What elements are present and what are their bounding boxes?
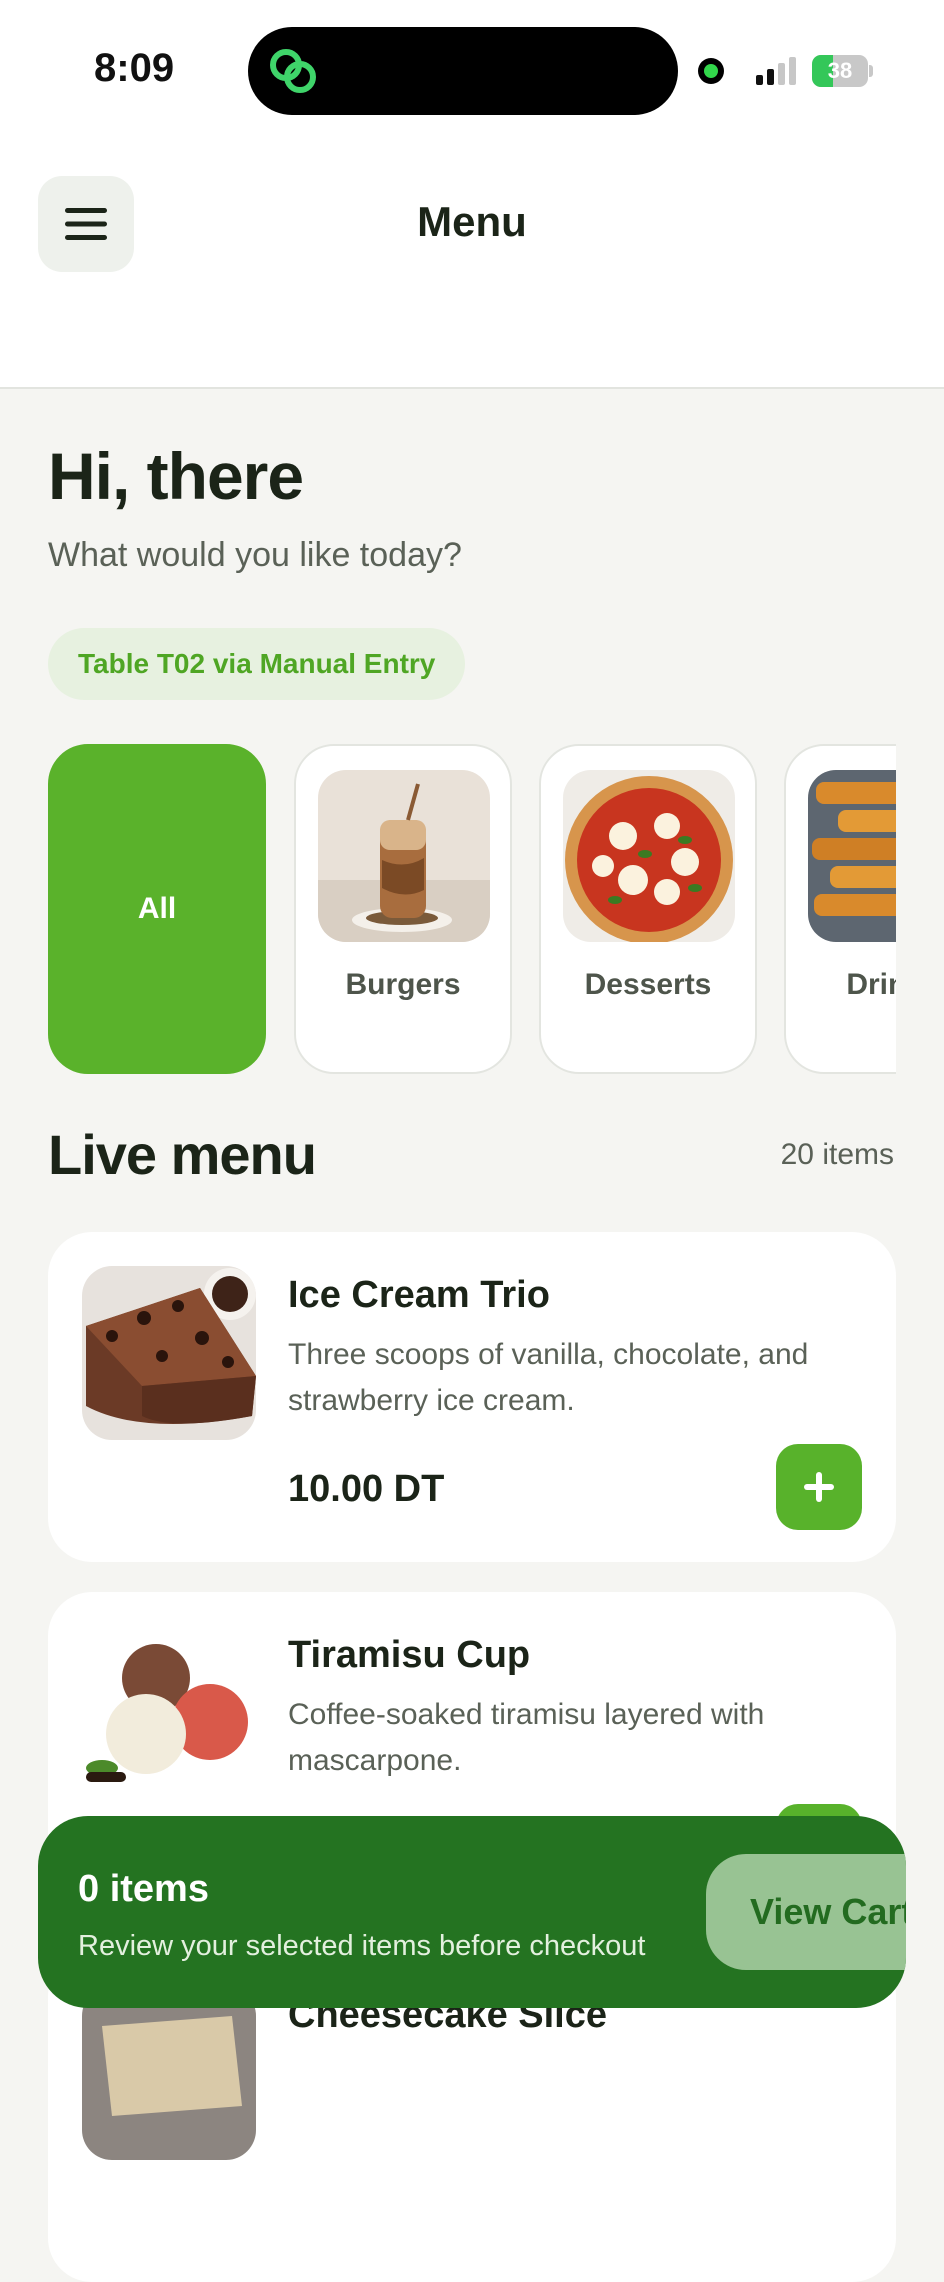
category-label: Desserts <box>584 968 712 1001</box>
category-all[interactable]: All <box>48 744 266 1074</box>
iced-coffee-drink-photo <box>318 770 490 942</box>
fried-sticks-photo <box>808 770 896 942</box>
pizza-photo <box>563 770 735 942</box>
menu-item-card[interactable]: Ice Cream Trio Three scoops of vanilla, … <box>48 1232 896 1562</box>
cheesecake-photo <box>82 1986 256 2160</box>
item-description: Coffee-soaked tiramisu layered with masc… <box>288 1698 765 1777</box>
category-label: Drinks <box>846 968 896 1001</box>
cellular-signal-icon <box>756 57 796 85</box>
chocolate-cake-slice-photo <box>82 1266 256 1440</box>
item-name: Ice Cream Trio <box>288 1274 550 1316</box>
category-desserts[interactable]: Desserts <box>539 744 757 1074</box>
add-to-cart-button[interactable] <box>776 1444 862 1530</box>
table-badge: Table T02 via Manual Entry <box>48 628 466 700</box>
section-title: Live menu <box>48 1123 317 1186</box>
ice-cream-scoops-photo <box>82 1626 256 1800</box>
cart-summary-bar[interactable]: 0 items Review your selected items befor… <box>38 1816 906 2008</box>
category-list[interactable]: All Burgers Desserts Dri <box>48 744 896 1078</box>
app-header: 8:09 38 Menu <box>0 0 944 389</box>
item-description: Three scoops of vanilla, chocolate, and … <box>288 1338 809 1417</box>
item-name: Tiramisu Cup <box>288 1634 531 1676</box>
category-drinks[interactable]: Drinks <box>784 744 896 1074</box>
category-label: All <box>137 892 177 925</box>
app-link-icon <box>270 49 316 93</box>
cart-subtitle: Review your selected items before checko… <box>78 1930 646 1962</box>
item-count: 20 items <box>780 1138 894 1171</box>
category-burgers[interactable]: Burgers <box>294 744 512 1074</box>
battery-icon: 38 <box>812 55 874 87</box>
cart-item-count: 0 items <box>78 1868 209 1910</box>
battery-level: 38 <box>827 58 853 83</box>
plus-icon <box>804 1472 834 1502</box>
category-label: Burgers <box>345 968 461 1001</box>
camera-indicator-icon <box>698 58 724 84</box>
view-cart-button[interactable]: View Cart <box>706 1854 906 1970</box>
status-time: 8:09 <box>94 46 175 90</box>
greeting-subtitle: What would you like today? <box>48 536 462 574</box>
page-title: Menu <box>417 198 527 245</box>
dynamic-island <box>248 27 678 115</box>
item-price: 10.00 DT <box>288 1468 445 1510</box>
greeting-title: Hi, there <box>48 439 304 513</box>
